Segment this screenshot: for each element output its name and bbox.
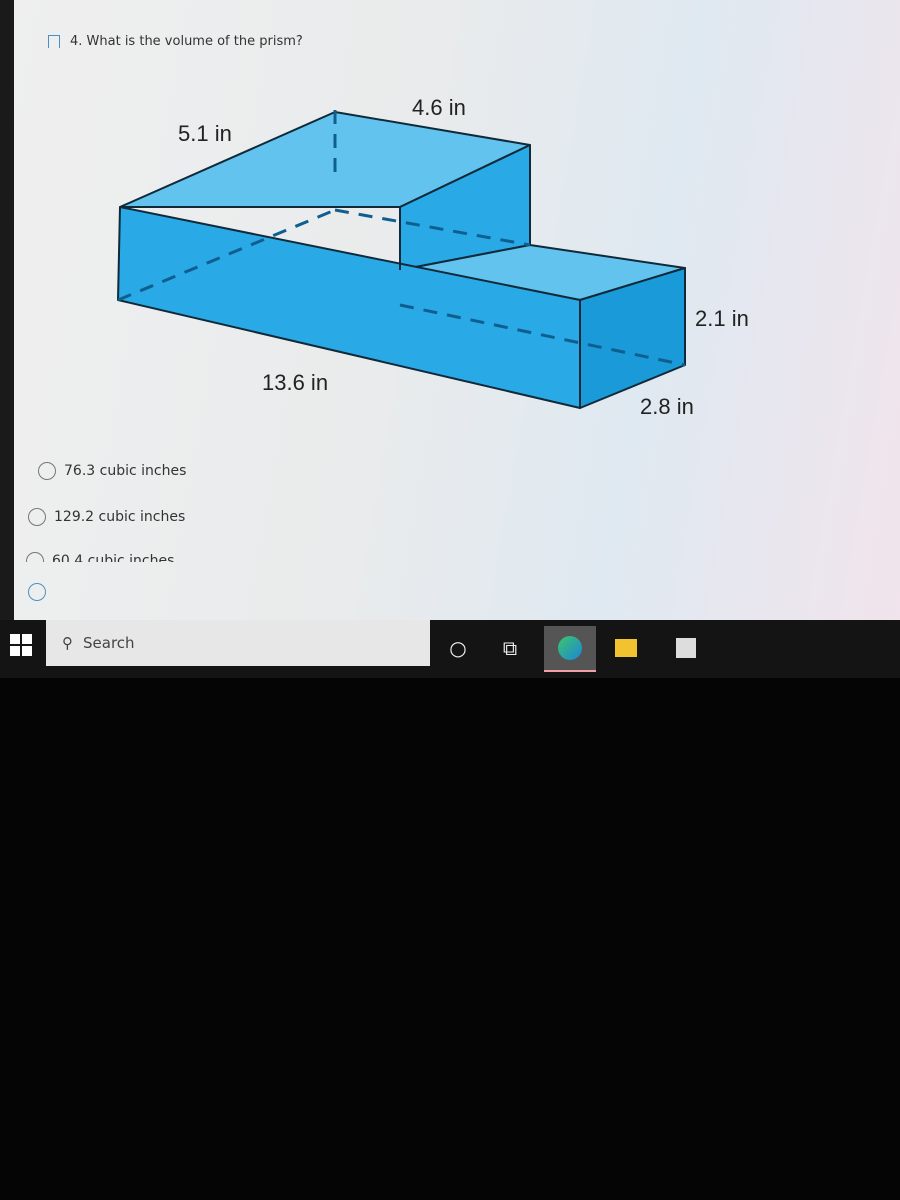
taskbar-search[interactable]: ⚲ Search <box>46 620 430 666</box>
bookmark-icon[interactable] <box>48 35 60 48</box>
search-placeholder: Search <box>83 634 135 652</box>
prism-figure: 5.1 in 4.6 in 2.1 in 13.6 in 2.8 in <box>117 95 749 419</box>
label-2-8: 2.8 in <box>640 394 694 419</box>
question-text: 4. What is the volume of the prism? <box>70 34 303 49</box>
radio-button[interactable] <box>26 552 44 562</box>
store-icon[interactable] <box>660 626 712 670</box>
file-explorer-icon[interactable] <box>600 626 652 670</box>
edge-icon[interactable] <box>544 626 596 672</box>
taskbar: ⚲ Search ○ ⧉ <box>0 620 900 678</box>
label-2-1: 2.1 in <box>695 306 749 331</box>
option-1[interactable]: 76.3 cubic inches <box>38 462 186 480</box>
option-label: 76.3 cubic inches <box>64 463 187 479</box>
option-2[interactable]: 129.2 cubic inches <box>28 508 185 526</box>
option-3-partial[interactable]: 60.4 cubic inches <box>20 548 320 562</box>
label-5-1: 5.1 in <box>178 121 232 146</box>
windows-start-icon[interactable] <box>10 634 32 656</box>
browser-screen: 4. What is the volume of the prism? 5.1 … <box>0 0 900 620</box>
label-13-6: 13.6 in <box>262 370 328 395</box>
label-4-6: 4.6 in <box>412 95 466 120</box>
task-view-icon[interactable]: ⧉ <box>484 626 536 670</box>
option-label: 129.2 cubic inches <box>54 509 186 525</box>
option-label: 60.4 cubic inches <box>52 553 175 562</box>
clock-icon[interactable] <box>28 583 46 601</box>
radio-button[interactable] <box>28 508 46 526</box>
question: 4. What is the volume of the prism? <box>48 34 303 49</box>
search-icon: ⚲ <box>62 634 73 652</box>
radio-button[interactable] <box>38 462 56 480</box>
cortana-icon[interactable]: ○ <box>432 626 484 670</box>
